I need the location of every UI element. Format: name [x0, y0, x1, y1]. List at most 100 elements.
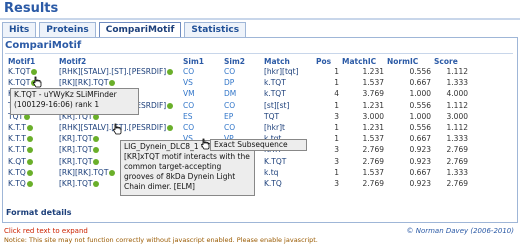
- cell-text: 2.769: [446, 145, 468, 155]
- slimfinder-tooltip: K.TQT - uYWyKz SLiMFinder (100129-16:06)…: [10, 88, 139, 115]
- info-icon[interactable]: [26, 136, 33, 143]
- cell-text: 3.769: [362, 89, 384, 99]
- tooltip-line: (100129-16:06) rank 1: [14, 100, 100, 109]
- cell-motif2[interactable]: [RK][RK].TQT: [56, 77, 180, 88]
- tab-proteins[interactable]: Proteins: [39, 22, 96, 37]
- cell-normic: 0.923: [384, 144, 431, 155]
- cell-text: VM: [183, 89, 195, 99]
- cell-text: DP: [224, 78, 235, 88]
- cell-sim1: VS: [180, 77, 221, 88]
- info-icon[interactable]: [26, 180, 33, 187]
- cell-text: 0.667: [409, 167, 431, 177]
- cell-text: 1.112: [446, 100, 468, 110]
- cell-text: [RK][RK].TQT: [59, 78, 109, 88]
- cell-motif1[interactable]: K.QT: [5, 156, 56, 167]
- cell-match: [hkr]t: [261, 122, 313, 133]
- cell-text: 3: [334, 178, 339, 188]
- info-icon[interactable]: [109, 80, 116, 87]
- cell-text: [RK][RK].TQT: [59, 167, 109, 177]
- cell-text: 1.537: [362, 134, 384, 144]
- cell-text: K.T.T: [8, 134, 26, 144]
- cell-pos: 3: [313, 178, 339, 189]
- table-row: K.TQT [RHK][STALV].[ST].[PESRDIF] CO CO [hkr…: [5, 66, 468, 77]
- results-tabs: Hits Proteins CompariMotif Statistics: [2, 22, 249, 37]
- col-header-sim1[interactable]: Sim1: [180, 56, 221, 66]
- cell-text: 0.923: [409, 145, 431, 155]
- cell-motif1[interactable]: K.T.T: [5, 133, 56, 144]
- cell-text: 1: [334, 167, 339, 177]
- match-tooltip: Exact Subsequence: [210, 139, 307, 151]
- cell-text: [KR].TQT: [59, 178, 93, 188]
- cell-motif1[interactable]: K.T.T: [5, 122, 56, 133]
- cell-text: 1.333: [446, 78, 468, 88]
- cell-motif1[interactable]: K.TQ: [5, 167, 56, 178]
- cell-motif1[interactable]: K.TQ: [5, 178, 56, 189]
- cell-text: 1.537: [362, 78, 384, 88]
- tab-comparimotif[interactable]: CompariMotif: [98, 22, 182, 37]
- tooltip-line: Chain dimer. [ELM]: [124, 182, 195, 191]
- info-icon[interactable]: [167, 102, 174, 109]
- cell-normic: 0.923: [384, 178, 431, 189]
- format-details-link[interactable]: Format details: [6, 208, 72, 217]
- info-icon[interactable]: [93, 136, 100, 143]
- col-header-match[interactable]: Match: [261, 56, 313, 66]
- cell-text: 2.769: [362, 156, 384, 166]
- info-icon[interactable]: [93, 147, 100, 154]
- cell-motif2[interactable]: [RHK][STALV].[ST].[PESRDIF]: [56, 66, 180, 77]
- cell-text: 1: [334, 78, 339, 88]
- col-header-score[interactable]: Score: [431, 56, 468, 66]
- cell-text: K.TQT: [264, 156, 287, 166]
- hand-cursor-icon: [113, 123, 122, 135]
- cell-matchic: 2.769: [339, 156, 384, 167]
- cell-text: 0.667: [409, 78, 431, 88]
- cell-motif1[interactable]: K.TQT: [5, 77, 56, 88]
- cell-sim1: CO: [180, 100, 221, 111]
- col-header-motif1[interactable]: Motif1: [5, 56, 56, 66]
- info-icon[interactable]: [93, 180, 100, 187]
- cell-text: 0.923: [409, 156, 431, 166]
- click-hint: Click red text to expand: [4, 227, 88, 235]
- cell-text: K.QT: [8, 156, 26, 166]
- col-header-pos[interactable]: Pos: [313, 56, 339, 66]
- info-icon[interactable]: [93, 158, 100, 165]
- cell-text: k.tq: [264, 167, 279, 177]
- cell-score: 1.112: [431, 66, 468, 77]
- tab-statistics[interactable]: Statistics: [184, 22, 247, 37]
- info-icon[interactable]: [31, 69, 38, 76]
- cell-score: 4.000: [431, 88, 468, 99]
- col-header-normic[interactable]: NormIC: [384, 56, 431, 66]
- table-header-row: Motif1 Motif2 Sim1 Sim2 Match Pos MatchI…: [5, 56, 468, 66]
- info-icon[interactable]: [167, 125, 174, 132]
- cell-text: K.T.T: [8, 123, 26, 133]
- info-icon[interactable]: [26, 169, 33, 176]
- info-icon[interactable]: [167, 69, 174, 76]
- col-header-motif2[interactable]: Motif2: [56, 56, 180, 66]
- cell-text: 1.231: [362, 123, 384, 133]
- cell-text: 1.000: [409, 111, 431, 121]
- info-icon[interactable]: [26, 147, 33, 154]
- info-icon[interactable]: [26, 158, 33, 165]
- col-header-sim2[interactable]: Sim2: [221, 56, 261, 66]
- cell-matchic: 1.537: [339, 167, 384, 178]
- cell-pos: 1: [313, 66, 339, 77]
- cell-text: 1.333: [446, 167, 468, 177]
- cell-match: k.tq: [261, 167, 313, 178]
- cell-text: 1: [334, 100, 339, 110]
- cell-text: 2.769: [446, 178, 468, 188]
- cell-text: 4.000: [446, 89, 468, 99]
- col-header-matchic[interactable]: MatchIC: [339, 56, 384, 66]
- cell-text: CO: [183, 100, 195, 110]
- cell-matchic: 3.000: [339, 111, 384, 122]
- cell-match: K.TQT: [261, 156, 313, 167]
- cell-text: 0.923: [409, 178, 431, 188]
- cell-text: 0.667: [409, 134, 431, 144]
- info-icon[interactable]: [109, 169, 116, 176]
- tooltip-line: K.TQT - uYWyKz SLiMFinder: [14, 90, 117, 99]
- tab-hits[interactable]: Hits: [2, 22, 37, 37]
- cell-motif1[interactable]: K.T.T: [5, 144, 56, 155]
- cell-text: K.TQT: [8, 67, 31, 77]
- cell-sim2: DM: [221, 88, 261, 99]
- info-icon[interactable]: [26, 125, 33, 132]
- cell-text: 1.537: [362, 167, 384, 177]
- cell-motif1[interactable]: K.TQT: [5, 66, 56, 77]
